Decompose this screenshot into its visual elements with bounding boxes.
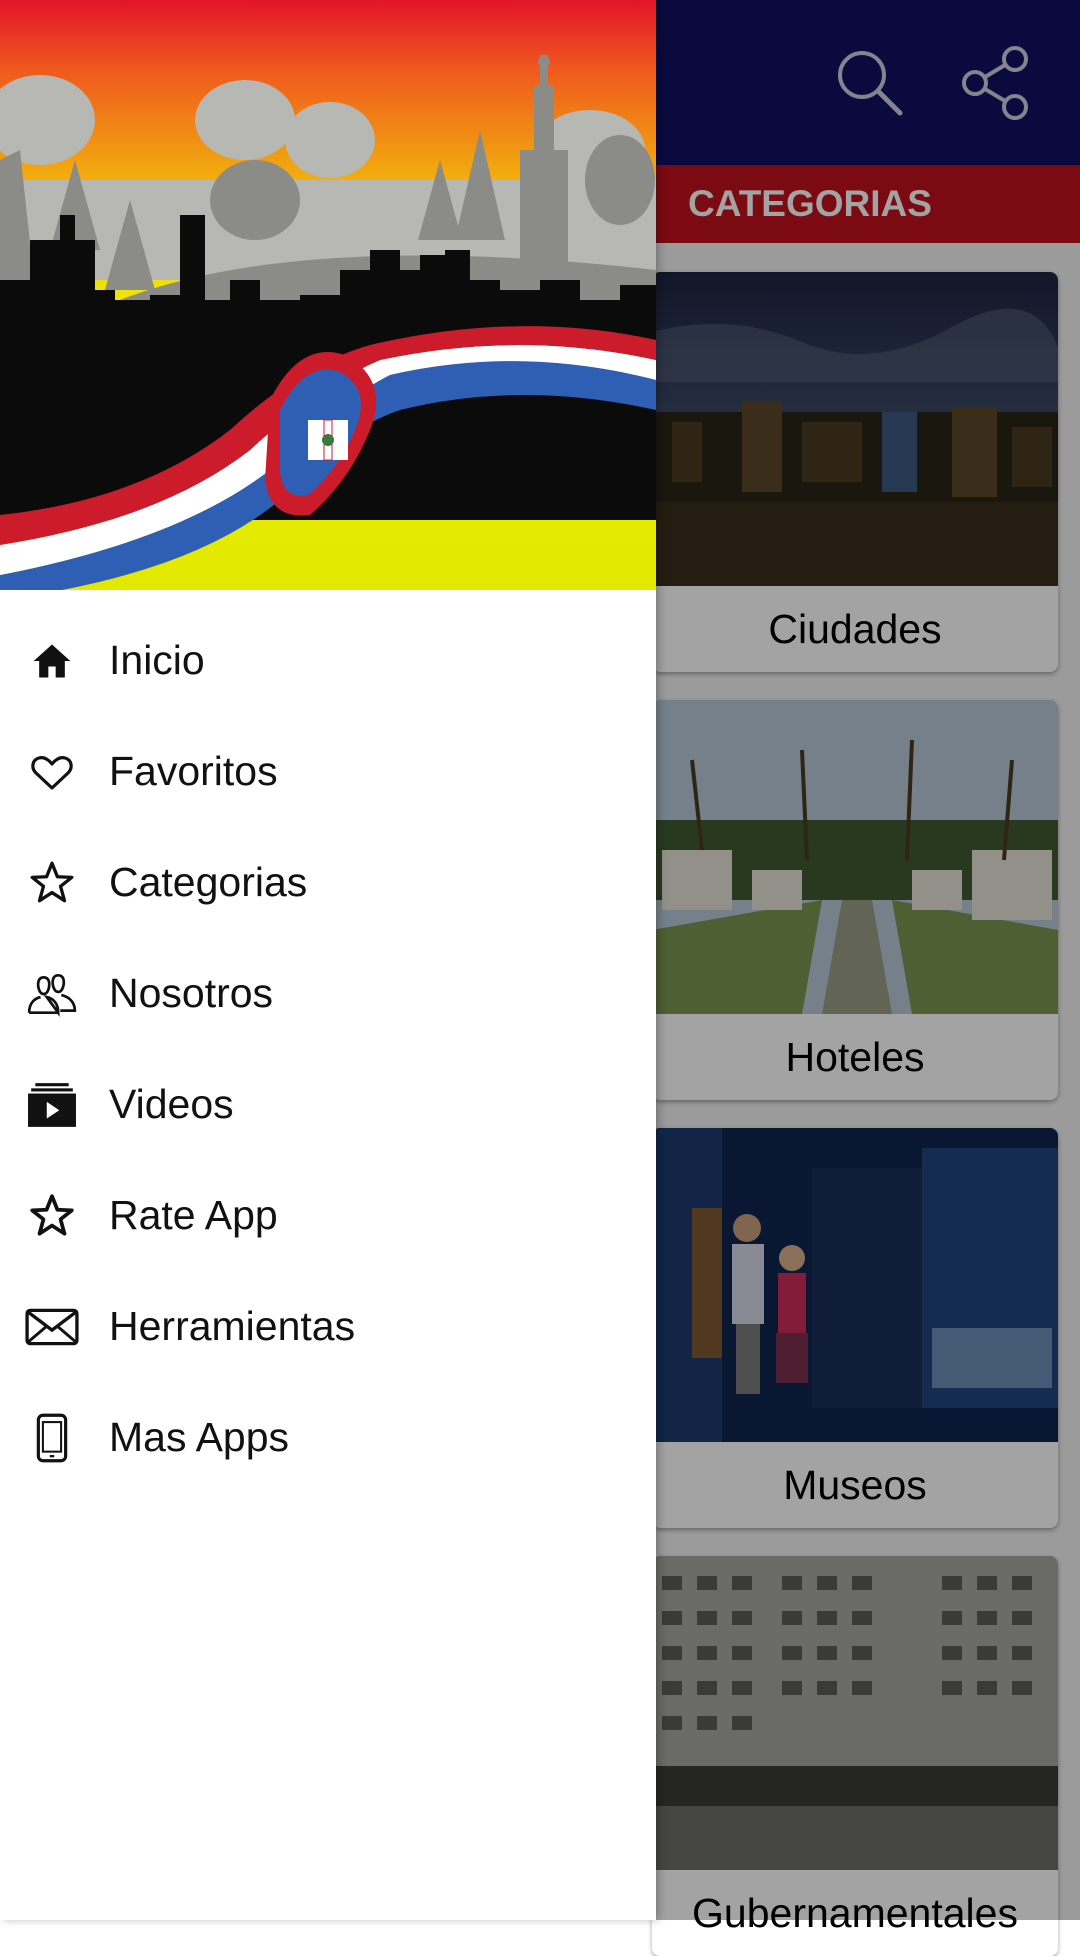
menu-item-herramientas[interactable]: Herramientas (0, 1271, 656, 1382)
drawer-header-image (0, 0, 656, 590)
people-icon (25, 967, 79, 1021)
phone-icon (25, 1411, 79, 1465)
menu-item-videos[interactable]: Videos (0, 1049, 656, 1160)
drawer-menu: Inicio Favoritos Categorias Nosotros Vid… (0, 605, 656, 1493)
menu-label: Favoritos (109, 748, 278, 794)
menu-item-categorias[interactable]: Categorias (0, 827, 656, 938)
menu-item-inicio[interactable]: Inicio (0, 605, 656, 716)
menu-label: Videos (109, 1081, 234, 1127)
menu-label: Herramientas (109, 1303, 356, 1349)
menu-item-nosotros[interactable]: Nosotros (0, 938, 656, 1049)
menu-item-favoritos[interactable]: Favoritos (0, 716, 656, 827)
menu-item-mas-apps[interactable]: Mas Apps (0, 1382, 656, 1493)
star-icon (25, 856, 79, 910)
home-icon (25, 634, 79, 688)
menu-label: Rate App (109, 1192, 278, 1238)
menu-label: Nosotros (109, 970, 274, 1016)
video-library-icon (25, 1078, 79, 1132)
star-icon (25, 1189, 79, 1243)
menu-label: Categorias (109, 859, 308, 905)
navigation-drawer: Inicio Favoritos Categorias Nosotros Vid… (0, 0, 656, 1920)
menu-label: Mas Apps (109, 1414, 290, 1460)
envelope-icon (25, 1300, 79, 1354)
heart-icon (25, 745, 79, 799)
menu-label: Inicio (109, 637, 205, 683)
menu-item-rate-app[interactable]: Rate App (0, 1160, 656, 1271)
